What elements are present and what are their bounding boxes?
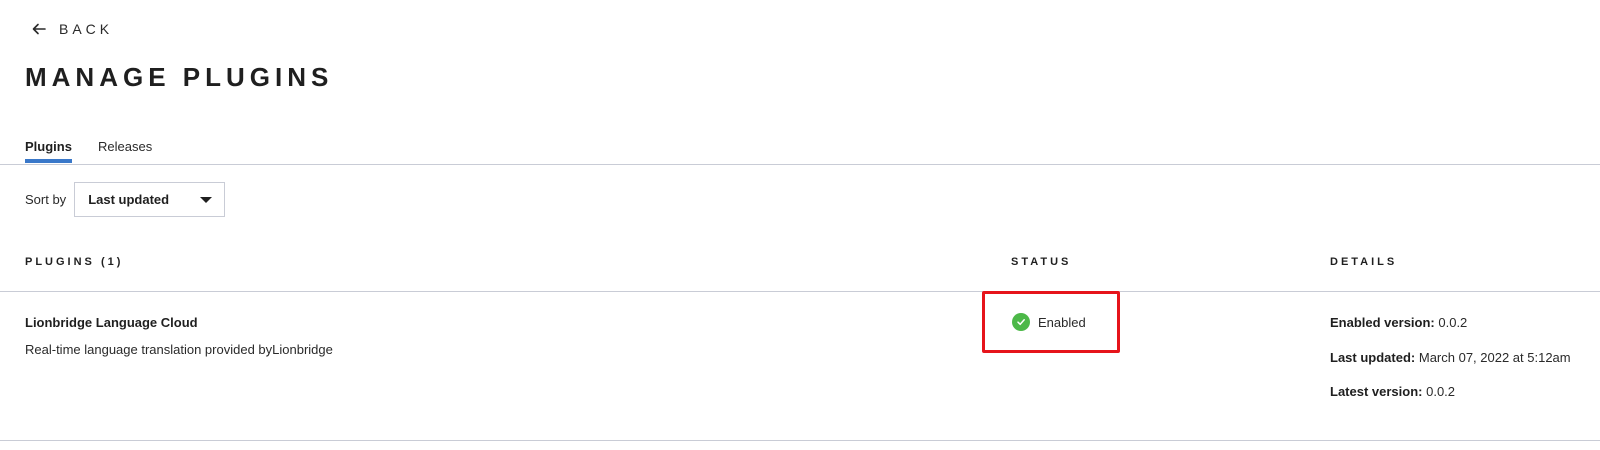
arrow-left-icon [32,23,46,35]
table-bottom-divider [0,440,1600,441]
column-header-status: STATUS [1011,256,1072,268]
table-divider [0,291,1600,292]
column-header-details: DETAILS [1330,256,1398,268]
column-header-plugins: PLUGINS (1) [25,256,124,268]
back-label: BACK [59,21,114,37]
tab-plugins[interactable]: Plugins [25,139,72,163]
detail-last-updated: Last updated: March 07, 2022 at 5:12am [1330,350,1571,365]
detail-enabled-version-label: Enabled version: [1330,315,1435,330]
sort-control: Sort by Last updated [25,182,226,217]
status-text: Enabled [1038,314,1086,330]
detail-last-updated-value: March 07, 2022 at 5:12am [1418,350,1571,365]
sort-label: Sort by [25,192,67,207]
sort-selected-value: Last updated [88,192,170,207]
plugin-description: Real-time language translation provided … [25,342,333,357]
tab-releases[interactable]: Releases [98,139,152,154]
sort-select[interactable]: Last updated [74,182,226,217]
detail-latest-version-label: Latest version: [1330,384,1423,399]
status-badge: Enabled [982,291,1120,353]
back-link[interactable]: BACK [31,21,113,37]
detail-latest-version-value: 0.0.2 [1426,384,1456,399]
caret-down-icon [200,196,213,203]
tab-bar: Plugins Releases [0,136,1600,165]
page-title: MANAGE PLUGINS [25,62,334,92]
plugin-name[interactable]: Lionbridge Language Cloud [25,315,198,330]
detail-enabled-version: Enabled version: 0.0.2 [1330,315,1467,330]
check-circle-icon [1012,313,1030,331]
detail-last-updated-label: Last updated: [1330,350,1416,365]
detail-enabled-version-value: 0.0.2 [1438,315,1468,330]
detail-latest-version: Latest version: 0.0.2 [1330,384,1455,399]
